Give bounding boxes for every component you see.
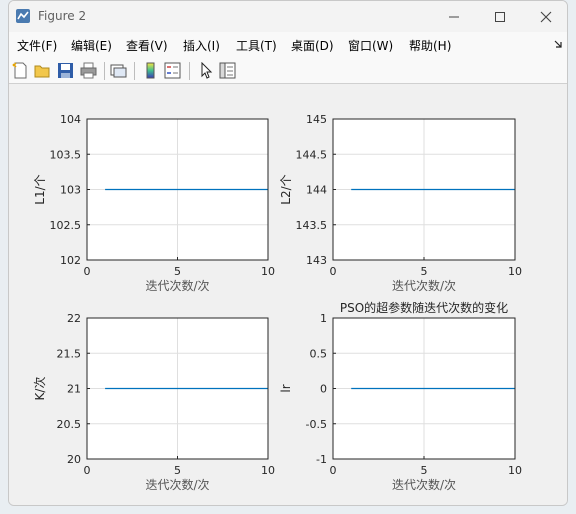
y-tick-label: 103.5 <box>50 148 82 161</box>
axes-3: 0 5 10 20 20.5 21 21.5 22 迭代次数/次 K/次 <box>33 312 275 492</box>
x-axis-label: 迭代次数/次 <box>392 477 456 492</box>
axes-2: 0 5 10 143 143.5 144 144.5 145 迭代次数/次 L2/个 <box>279 113 522 293</box>
x-tick-label: 10 <box>508 265 522 278</box>
y-tick-label: 145 <box>306 113 327 126</box>
print-icon[interactable] <box>80 62 97 79</box>
link-plot-icon[interactable] <box>110 62 127 79</box>
axes-1: 0 5 10 102 102.5 103 103.5 104 迭代次数/次 L1/个 <box>33 113 275 293</box>
dock-arrow-icon[interactable] <box>553 39 563 49</box>
axes-4: 0 5 10 -1 -0.5 0 0.5 1 迭代次数/次 lr PSO的超参数随迭代次数的变化 <box>279 300 522 492</box>
plot-area[interactable]: 0 5 10102102.5103103.5104迭代次数/次L1/个0 5 10143… <box>9 84 568 506</box>
y-axis-label: L1/个 <box>33 174 47 204</box>
menu-tools[interactable]: 工具(T) <box>236 37 277 54</box>
y-tick-label: 20.5 <box>57 418 82 431</box>
toolbar-separator <box>104 62 105 80</box>
menu-view[interactable]: 查看(V) <box>126 37 168 54</box>
toolbar-separator <box>134 62 135 80</box>
title-bar[interactable]: Figure 2 <box>9 1 567 32</box>
y-axis-label: K/次 <box>33 377 47 401</box>
y-tick-label: -1 <box>316 453 327 466</box>
y-tick-label: 1 <box>320 312 327 325</box>
menu-edit[interactable]: 编辑(E) <box>71 37 112 54</box>
x-tick-label: 0 <box>330 265 337 278</box>
x-axis-label: 迭代次数/次 <box>145 278 209 293</box>
x-tick-label: 0 <box>84 265 91 278</box>
menu-window[interactable]: 窗口(W) <box>348 37 393 54</box>
x-tick-label: 0 <box>84 464 91 477</box>
maximize-icon <box>495 11 505 22</box>
y-tick-label: 104 <box>60 113 81 126</box>
y-tick-label: 103 <box>60 184 81 197</box>
matlab-figure-icon <box>16 9 30 23</box>
open-file-icon[interactable] <box>34 62 51 79</box>
minimize-button[interactable] <box>431 1 477 32</box>
y-tick-label: 22 <box>67 312 81 325</box>
chart-title: PSO的超参数随迭代次数的变化 <box>340 300 508 315</box>
menu-file[interactable]: 文件(F) <box>17 37 57 54</box>
x-axis-label: 迭代次数/次 <box>145 477 209 492</box>
figure-window: Figure 2 文件(F) 编辑(E) 查看(V) 插入(I) 工具(T) 桌… <box>8 0 568 506</box>
y-tick-label: 144.5 <box>296 148 328 161</box>
x-tick-label: 10 <box>261 265 275 278</box>
y-tick-label: 0.5 <box>310 347 328 360</box>
toolbar-separator <box>189 62 190 80</box>
x-tick-label: 5 <box>174 464 181 477</box>
y-tick-label: 20 <box>67 453 81 466</box>
y-tick-label: 102 <box>60 254 81 267</box>
figure-toolbar <box>9 57 567 84</box>
save-icon[interactable] <box>57 62 74 79</box>
menu-insert[interactable]: 插入(I) <box>183 37 220 54</box>
menu-bar: 文件(F) 编辑(E) 查看(V) 插入(I) 工具(T) 桌面(D) 窗口(W… <box>9 32 567 57</box>
colorbar-icon[interactable] <box>142 62 159 79</box>
y-tick-label: 144 <box>306 184 327 197</box>
window-title: Figure 2 <box>38 9 87 23</box>
x-tick-label: 5 <box>421 464 428 477</box>
maximize-button[interactable] <box>477 1 523 32</box>
y-tick-label: 143.5 <box>296 219 328 232</box>
new-figure-icon[interactable] <box>12 62 29 79</box>
y-tick-label: 102.5 <box>50 219 82 232</box>
y-tick-label: -0.5 <box>306 418 327 431</box>
x-tick-label: 10 <box>508 464 522 477</box>
x-axis-label: 迭代次数/次 <box>392 278 456 293</box>
y-tick-label: 143 <box>306 254 327 267</box>
close-icon <box>540 11 552 22</box>
property-inspector-icon[interactable] <box>219 62 236 79</box>
y-tick-label: 21.5 <box>57 347 82 360</box>
x-tick-label: 5 <box>174 265 181 278</box>
x-tick-label: 10 <box>261 464 275 477</box>
minimize-icon <box>449 16 459 17</box>
y-axis-label: L2/个 <box>279 174 293 204</box>
close-button[interactable] <box>523 1 567 32</box>
menu-desktop[interactable]: 桌面(D) <box>291 37 334 54</box>
figure-canvas: 0 5 10 102 102.5 103 103.5 104 迭代次数/次 L1/个 0 5 10 143… <box>9 84 568 506</box>
menu-help[interactable]: 帮助(H) <box>409 37 451 54</box>
x-tick-label: 0 <box>330 464 337 477</box>
pointer-icon[interactable] <box>197 62 214 79</box>
legend-icon[interactable] <box>164 62 181 79</box>
x-tick-label: 5 <box>421 265 428 278</box>
y-axis-label: lr <box>279 384 293 392</box>
y-tick-label: 0 <box>320 383 327 396</box>
y-tick-label: 21 <box>67 383 81 396</box>
